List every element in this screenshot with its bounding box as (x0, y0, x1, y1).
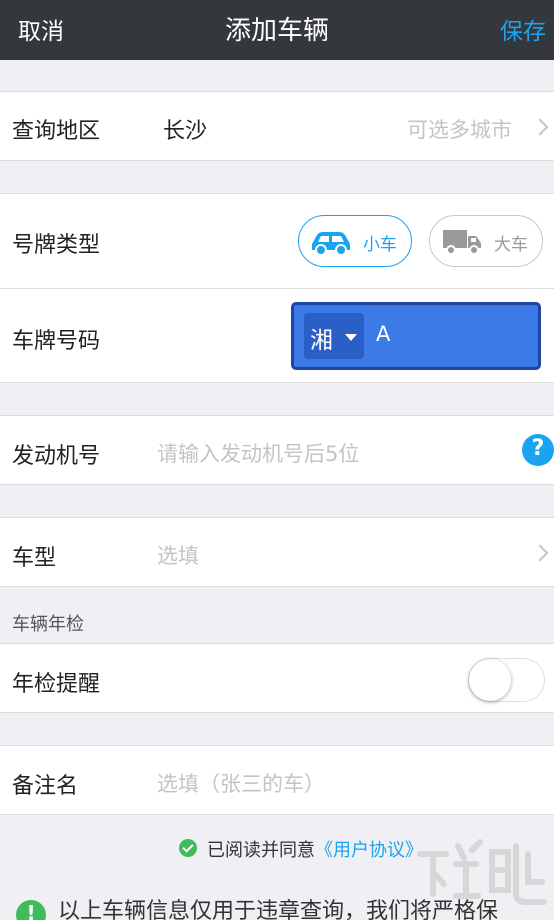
inspection-section-header: 车辆年检 (12, 614, 84, 635)
region-row[interactable]: 查询地区 长沙 可选多城市 (0, 91, 554, 161)
remark-label: 备注名 (12, 774, 79, 799)
remark-input[interactable]: 选填（张三的车） (157, 768, 325, 798)
chevron-right-icon (531, 544, 549, 562)
car-icon (312, 232, 350, 255)
plate-type-label: 号牌类型 (12, 233, 101, 258)
region-label: 查询地区 (12, 119, 101, 144)
privacy-notice: 以上车辆信息仅用于违章查询，我们将严格保 (58, 899, 499, 920)
inspection-label: 年检提醒 (12, 672, 101, 697)
province-selector[interactable]: 湘 (304, 313, 364, 359)
check-icon[interactable] (179, 839, 197, 857)
model-label: 车型 (12, 546, 57, 571)
province-prefix: 湘 (310, 328, 333, 354)
inspection-row: 年检提醒 (0, 643, 554, 713)
plate-number-area: 湘 A (0, 289, 554, 383)
help-icon[interactable]: ? (522, 434, 554, 466)
save-button[interactable]: 保存 (500, 12, 546, 46)
inspection-reminder-toggle[interactable] (468, 658, 545, 702)
region-value: 长沙 (163, 119, 208, 144)
remark-row: 备注名 选填（张三的车） (0, 745, 554, 815)
toggle-knob (469, 659, 511, 701)
plate-number-input[interactable]: A (376, 322, 390, 346)
agreement-text: 已阅读并同意《用户协议》 (207, 836, 423, 862)
user-agreement-link[interactable]: 《用户协议》 (315, 840, 423, 861)
model-input: 选填 (157, 544, 199, 568)
plate-type-small-label: 小车 (363, 235, 397, 255)
region-hint: 可选多城市 (407, 118, 512, 142)
engine-input[interactable]: 请输入发动机号后5位 (157, 438, 359, 468)
plate-type-small-car[interactable]: 小车 (298, 215, 412, 267)
plate-number-field[interactable]: 湘 A (291, 302, 541, 370)
navigation-bar: 取消 添加车辆 保存 (0, 0, 554, 60)
plate-group: 号牌类型 小车 大车 车牌号码 湘 A (0, 193, 554, 383)
page-title: 添加车辆 (224, 16, 329, 46)
model-row[interactable]: 车型 选填 (0, 517, 554, 587)
dropdown-caret-icon (345, 334, 357, 341)
agreement-prefix: 已阅读并同意 (207, 840, 315, 861)
chevron-right-icon (531, 118, 549, 136)
plate-type-large-car[interactable]: 大车 (429, 215, 543, 267)
plate-type-large-label: 大车 (494, 235, 528, 255)
info-icon: ! (16, 900, 46, 920)
truck-icon (443, 230, 481, 255)
engine-label: 发动机号 (12, 444, 101, 469)
engine-row: 发动机号 请输入发动机号后5位 ? (0, 415, 554, 485)
